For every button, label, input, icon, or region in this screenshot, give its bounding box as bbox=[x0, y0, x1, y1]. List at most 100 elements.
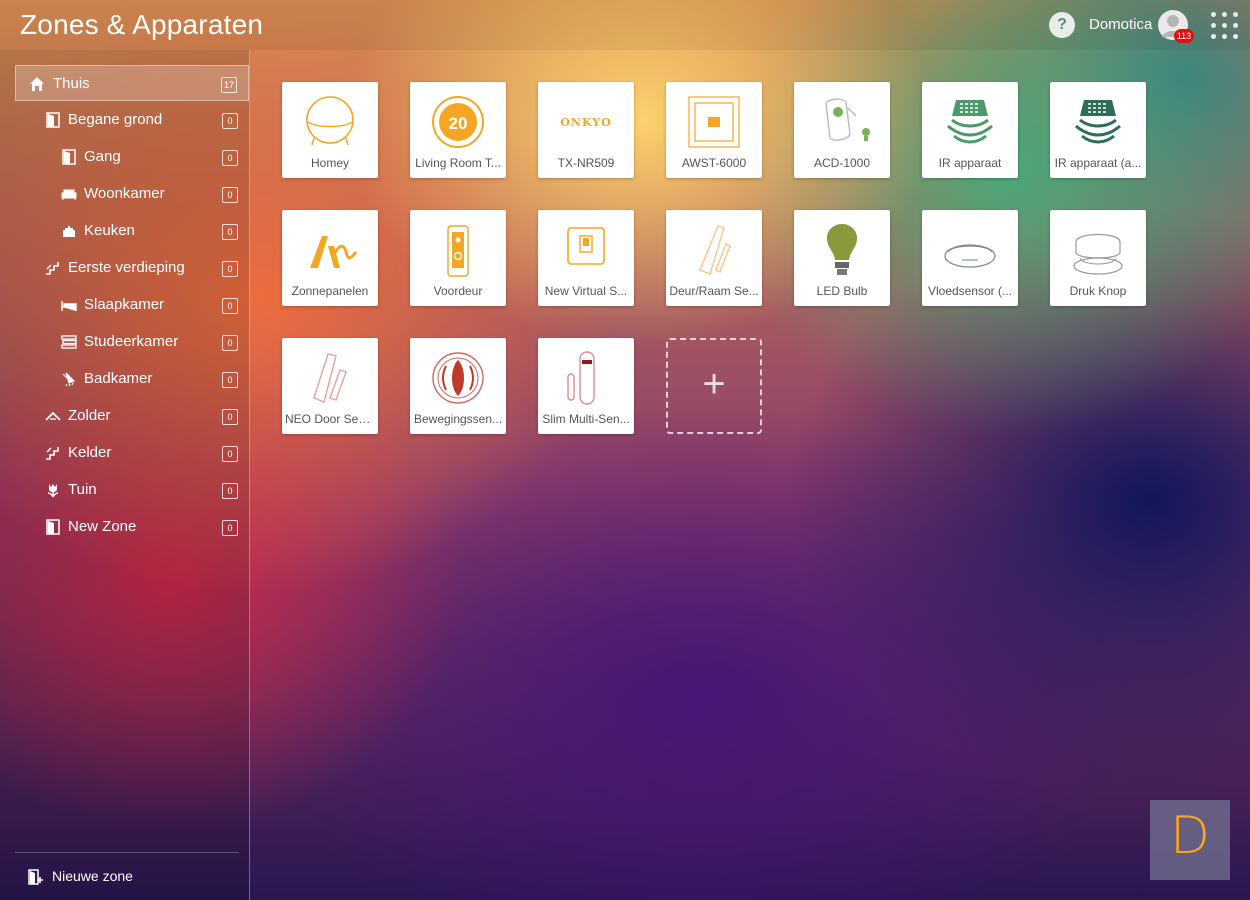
solar-icon bbox=[310, 236, 358, 268]
device-label: Living Room T... bbox=[415, 156, 501, 170]
zone-item-begane-grond[interactable]: Begane grond 0 bbox=[15, 102, 249, 138]
zone-device-count: 0 bbox=[222, 409, 238, 425]
page-title: Zones & Apparaten bbox=[20, 9, 264, 40]
motion-sensor-icon bbox=[432, 352, 484, 404]
zone-item-new-zone[interactable]: New Zone 0 bbox=[15, 509, 249, 545]
device-tile-slim-multi-sensor[interactable]: Slim Multi-Sen... bbox=[538, 338, 634, 434]
door-sensor-icon bbox=[699, 225, 731, 275]
device-tile-awst-6000[interactable]: AWST-6000 bbox=[666, 82, 762, 178]
zone-device-count: 0 bbox=[222, 113, 238, 129]
device-tile-bewegingssensor[interactable]: Bewegingssen... bbox=[410, 338, 506, 434]
device-label: IR apparaat bbox=[938, 156, 1002, 170]
device-tile-druk-knop[interactable]: Druk Knop bbox=[1050, 210, 1146, 306]
device-tile-zonnepanelen[interactable]: Zonnepanelen bbox=[282, 210, 378, 306]
zone-device-count: 0 bbox=[222, 446, 238, 462]
device-label: Druk Knop bbox=[1069, 284, 1127, 298]
flood-sensor-icon bbox=[944, 244, 996, 268]
ir-blaster-icon bbox=[947, 100, 993, 144]
zone-device-count: 0 bbox=[222, 224, 238, 240]
ir-blaster-icon bbox=[1075, 100, 1121, 144]
device-tile-led-bulb[interactable]: LED Bulb bbox=[794, 210, 890, 306]
device-tile-neo-door-sensor[interactable]: NEO Door Sen... bbox=[282, 338, 378, 434]
add-zone-icon bbox=[28, 869, 43, 885]
device-label: IR apparaat (a... bbox=[1054, 156, 1142, 170]
corner-logo: D bbox=[1150, 800, 1230, 880]
device-label: Homey bbox=[310, 156, 349, 170]
home-icon bbox=[30, 77, 44, 91]
device-tile-living-room-thermostat[interactable]: 20 Living Room T... bbox=[410, 82, 506, 178]
device-tile-ir-apparaat[interactable]: IR apparaat bbox=[922, 82, 1018, 178]
zone-label: Begane grond bbox=[68, 111, 163, 128]
zone-item-gang[interactable]: Gang 0 bbox=[15, 139, 249, 175]
device-label: Deur/Raam Se... bbox=[669, 284, 759, 298]
homey-icon bbox=[306, 96, 354, 146]
zone-label: Studeerkamer bbox=[84, 333, 179, 350]
add-device-button[interactable]: + bbox=[666, 338, 762, 434]
zone-label: Gang bbox=[84, 148, 121, 165]
zone-device-count: 0 bbox=[222, 298, 238, 314]
doorbell-icon bbox=[447, 225, 469, 277]
device-label: TX-NR509 bbox=[557, 156, 615, 170]
zone-label: Slaapkamer bbox=[84, 296, 165, 313]
device-label: NEO Door Sen... bbox=[285, 412, 375, 426]
help-button[interactable]: ? bbox=[1049, 12, 1075, 38]
zone-device-count: 0 bbox=[222, 372, 238, 388]
onkyo-logo-icon: ONKYO bbox=[560, 116, 611, 129]
zone-device-count: 0 bbox=[222, 261, 238, 277]
sidebar-divider bbox=[15, 852, 239, 853]
zone-label: Woonkamer bbox=[84, 185, 165, 202]
device-tile-homey[interactable]: Homey bbox=[282, 82, 378, 178]
logo-letter: D bbox=[1169, 806, 1211, 866]
zone-item-badkamer[interactable]: Badkamer 0 bbox=[15, 361, 249, 397]
bed-icon bbox=[61, 301, 77, 311]
device-tile-tx-nr509[interactable]: ONKYO TX-NR509 bbox=[538, 82, 634, 178]
roof-icon bbox=[45, 411, 61, 421]
zone-item-slaapkamer[interactable]: Slaapkamer 0 bbox=[15, 287, 249, 323]
zone-item-thuis[interactable]: Thuis 17 bbox=[15, 65, 249, 101]
zone-item-tuin[interactable]: Tuin 0 bbox=[15, 472, 249, 508]
zone-label: Badkamer bbox=[84, 370, 153, 387]
device-label: AWST-6000 bbox=[681, 156, 747, 170]
device-tile-ir-apparaat-2[interactable]: IR apparaat (a... bbox=[1050, 82, 1146, 178]
zone-device-count: 0 bbox=[222, 520, 238, 536]
zone-item-studeerkamer[interactable]: Studeerkamer 0 bbox=[15, 324, 249, 360]
zone-device-count: 0 bbox=[222, 187, 238, 203]
zone-label: Tuin bbox=[68, 481, 97, 498]
device-tile-acd-1000[interactable]: ACD-1000 bbox=[794, 82, 890, 178]
onkyo-logo-text: ONKYO bbox=[560, 116, 611, 129]
zone-device-count: 0 bbox=[222, 150, 238, 166]
device-label: Slim Multi-Sen... bbox=[542, 412, 630, 426]
zone-label: New Zone bbox=[68, 518, 137, 535]
zone-item-keuken[interactable]: Keuken 0 bbox=[15, 213, 249, 249]
username-label[interactable]: Domotica bbox=[1089, 16, 1152, 33]
zone-item-zolder[interactable]: Zolder 0 bbox=[15, 398, 249, 434]
device-label: ACD-1000 bbox=[813, 156, 871, 170]
thermostat-icon: 20 bbox=[432, 96, 484, 148]
avatar[interactable]: 113 bbox=[1158, 10, 1194, 43]
device-label: Voordeur bbox=[433, 284, 483, 298]
door-icon bbox=[46, 112, 60, 128]
device-label: LED Bulb bbox=[816, 284, 868, 298]
zone-label: Thuis bbox=[53, 75, 90, 92]
thermostat-temperature-value: 20 bbox=[449, 114, 468, 133]
device-label: Vloedsensor (... bbox=[927, 284, 1013, 298]
zone-device-count: 0 bbox=[222, 335, 238, 351]
device-tile-deur-raam-sensor[interactable]: Deur/Raam Se... bbox=[666, 210, 762, 306]
plus-icon: + bbox=[702, 362, 726, 406]
apps-grid-icon[interactable] bbox=[1211, 12, 1239, 40]
shower-icon bbox=[62, 372, 76, 387]
button-icon bbox=[1073, 233, 1123, 275]
tulip-icon bbox=[47, 484, 59, 498]
zone-item-kelder[interactable]: Kelder 0 bbox=[15, 435, 249, 471]
books-icon bbox=[61, 335, 77, 349]
zone-item-woonkamer[interactable]: Woonkamer 0 bbox=[15, 176, 249, 212]
notification-badge: 113 bbox=[1174, 29, 1194, 43]
new-zone-label: Nieuwe zone bbox=[52, 868, 133, 884]
device-tile-voordeur[interactable]: Voordeur bbox=[410, 210, 506, 306]
pot-icon bbox=[63, 226, 75, 237]
device-tile-vloedsensor[interactable]: Vloedsensor (... bbox=[922, 210, 1018, 306]
zones-sidebar: Thuis 17 Begane grond 0 Gang 0 Woonkamer… bbox=[0, 50, 250, 900]
new-zone-button[interactable]: Nieuwe zone bbox=[28, 866, 228, 888]
zone-item-eerste-verdieping[interactable]: Eerste verdieping 0 bbox=[15, 250, 249, 286]
device-tile-new-virtual-switch[interactable]: New Virtual S... bbox=[538, 210, 634, 306]
